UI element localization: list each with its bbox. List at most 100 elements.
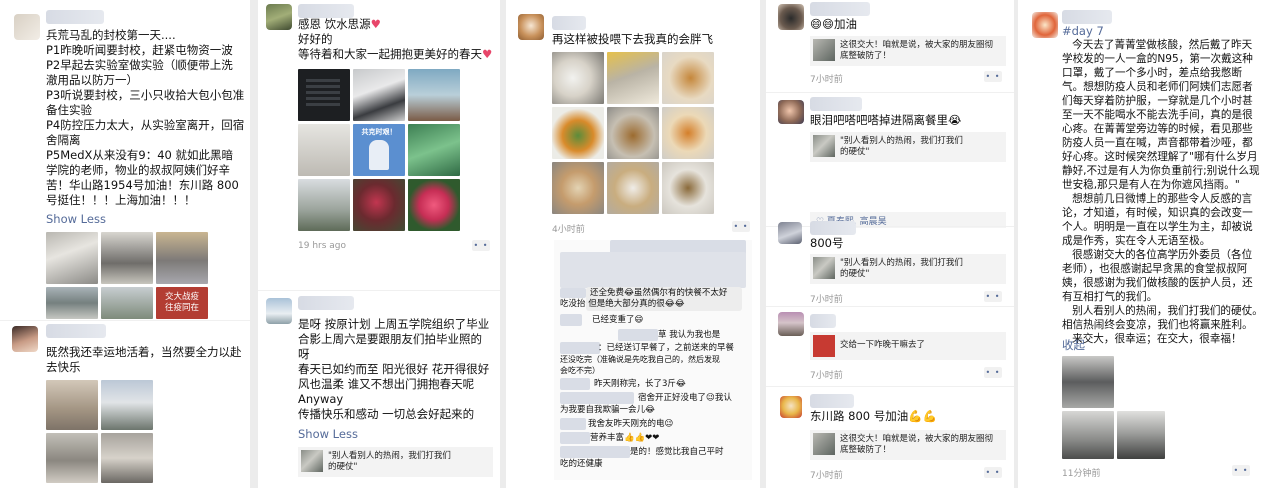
chat-message: 吃没抬 但是绝大部分真的很😂😂 xyxy=(560,299,685,309)
photo-thumbnail[interactable] xyxy=(101,433,153,483)
photo-thumbnail[interactable] xyxy=(298,124,350,176)
shared-article-card[interactable]: "别人看别人的热闹，我们打我们 的硬仗" xyxy=(810,132,1006,162)
photo-thumbnail[interactable] xyxy=(1062,356,1114,408)
post-text: 😄😄加油 xyxy=(810,17,857,31)
photo-thumbnail[interactable] xyxy=(1062,411,1114,459)
avatar[interactable] xyxy=(778,4,804,30)
photo-thumbnail[interactable] xyxy=(1117,411,1165,459)
food-photo[interactable] xyxy=(607,107,659,159)
photo-thumbnail[interactable] xyxy=(46,380,98,430)
avatar[interactable] xyxy=(518,14,544,40)
shared-article-card[interactable]: "别人看别人的热闹，我们打我们 的硬仗" xyxy=(810,254,1006,284)
avatar[interactable] xyxy=(14,14,40,40)
username-blurred[interactable] xyxy=(810,97,862,111)
chat-screenshot[interactable]: 还全免费😂虽然偶尔有的快餐不太好 吃没抬 但是绝大部分真的很😂😂 已经变重了😄 … xyxy=(554,240,752,480)
chat-message: 宿舍开正好没电了😉我认 xyxy=(638,393,732,403)
photo-thumbnail[interactable] xyxy=(353,179,405,231)
chat-message: 是的！感觉比我自己平时 xyxy=(630,447,724,457)
chat-message: 还没吃完（准确说是先吃我自己的，然后发现 xyxy=(560,355,720,364)
photo-thumbnail[interactable] xyxy=(298,179,350,231)
food-photo[interactable] xyxy=(552,162,604,214)
chat-message: 我舍友昨天刚充的电😉 xyxy=(588,419,674,429)
article-thumbnail xyxy=(813,135,835,157)
food-photo[interactable] xyxy=(552,52,604,104)
avatar[interactable] xyxy=(780,396,802,418)
shared-article-card[interactable]: 交给一下咋晚干嘛去了 xyxy=(810,332,1006,360)
article-thumbnail xyxy=(813,335,835,357)
photo-thumbnail[interactable] xyxy=(46,287,98,319)
moments-column-4: 😄😄加油 这很交大！咱就是说，被大家的朋友圈彻 底整破防了！ 7小时前 • • … xyxy=(766,0,1014,488)
username-blurred[interactable] xyxy=(810,394,854,408)
food-photo[interactable] xyxy=(607,162,659,214)
heart-emoji: ♥ xyxy=(482,47,493,61)
username-blurred[interactable] xyxy=(810,221,856,235)
more-options-button[interactable]: • • xyxy=(984,467,1002,478)
more-options-button[interactable]: • • xyxy=(472,240,490,251)
avatar[interactable] xyxy=(1032,12,1058,38)
poster-thumbnail[interactable]: 共克时艰！ xyxy=(353,124,405,176)
more-options-button[interactable]: • • xyxy=(984,291,1002,302)
more-options-button[interactable]: • • xyxy=(1232,465,1250,476)
food-photo[interactable] xyxy=(662,162,714,214)
shared-article-title: "别人看别人的热闹，我们打我们 的硬仗" xyxy=(840,258,963,279)
food-photo[interactable] xyxy=(662,107,714,159)
stamp-text: 交大战疫 往疫同在 xyxy=(164,292,199,313)
hashtag[interactable]: #day 7 xyxy=(1062,24,1104,39)
photo-thumbnail[interactable] xyxy=(101,380,153,430)
more-options-button[interactable]: • • xyxy=(984,71,1002,82)
avatar[interactable] xyxy=(12,326,38,352)
username-blurred[interactable] xyxy=(298,4,354,18)
poster-text: 共克时艰！ xyxy=(361,128,397,136)
photo-thumbnail[interactable] xyxy=(46,433,98,483)
username-blurred[interactable] xyxy=(1062,10,1112,24)
more-options-button[interactable]: • • xyxy=(732,221,750,232)
photo-thumbnail[interactable] xyxy=(101,232,153,284)
shared-article-card[interactable]: 这很交大！咱就是说，被大家的朋友圈彻 底整破防了！ xyxy=(810,430,1006,460)
photo-thumbnail[interactable] xyxy=(408,69,460,121)
post-text: 东川路 800 号加油💪💪 xyxy=(810,409,937,423)
photo-thumbnail[interactable] xyxy=(408,124,460,176)
photo-thumbnail[interactable] xyxy=(298,69,350,121)
avatar[interactable] xyxy=(778,222,802,244)
article-thumbnail xyxy=(301,450,323,472)
username-blurred[interactable] xyxy=(46,324,106,338)
show-less-link[interactable]: Show Less xyxy=(298,427,358,442)
photo-thumbnail[interactable] xyxy=(101,287,153,319)
moments-column-5: #day 7 今天去了菁菁堂做核酸，然后戴了昨天 学校发的一人一盒的N95，第一… xyxy=(1018,0,1268,488)
username-blurred[interactable] xyxy=(298,296,354,310)
shared-article-card[interactable]: 这很交大！咱就是说，被大家的朋友圈彻 底整破防了！ xyxy=(810,36,1006,66)
more-options-button[interactable]: • • xyxy=(984,367,1002,378)
username-blurred[interactable] xyxy=(552,16,586,30)
photo-thumbnail[interactable] xyxy=(408,179,460,231)
shared-article-title: "别人看别人的热闹，我们打我们 的硬仗" xyxy=(840,136,963,157)
feed-collage: 兵荒马乱的封校第一天.... P1昨晚听闻要封校，赶紧屯物资一波 P2早起去实验… xyxy=(0,0,1268,488)
collapse-link[interactable]: 收起 xyxy=(1062,338,1085,353)
post-text: 800号 xyxy=(810,236,844,250)
food-photo[interactable] xyxy=(552,107,604,159)
shared-article-title: 交给一下咋晚干嘛去了 xyxy=(840,340,926,350)
username-blurred[interactable] xyxy=(810,2,870,16)
chat-message: 还全免费😂虽然偶尔有的快餐不太好 xyxy=(590,288,728,298)
chat-message: 会吃不完） xyxy=(560,366,600,375)
photo-thumbnail[interactable] xyxy=(46,232,98,284)
chat-message: 吃的还健康 xyxy=(560,459,603,469)
username-blurred[interactable] xyxy=(46,10,104,24)
stamp-image[interactable]: 交大战疫 往疫同在 xyxy=(156,287,208,319)
username-blurred[interactable] xyxy=(810,314,836,328)
show-less-link[interactable]: Show Less xyxy=(46,212,106,227)
avatar[interactable] xyxy=(266,4,292,30)
chat-message: 为我要自我欺骗一会儿😂 xyxy=(560,405,655,415)
shared-article-title: 这很交大！咱就是说，被大家的朋友圈彻 底整破防了！ xyxy=(840,434,994,455)
avatar[interactable] xyxy=(778,312,804,336)
avatar[interactable] xyxy=(778,100,804,124)
shared-article-card[interactable]: "别人看别人的热闹，我们打我们 的硬仗" xyxy=(298,447,493,477)
chat-message: 已经变重了😄 xyxy=(592,315,644,325)
moments-column-3: 再这样被投喂下去我真的会胖飞 4小时前 • • 还全免费😂虽然偶尔有的快餐不太好… xyxy=(506,0,760,488)
food-photo[interactable] xyxy=(662,52,714,104)
photo-thumbnail[interactable] xyxy=(156,232,208,284)
food-photo[interactable] xyxy=(607,52,659,104)
avatar[interactable] xyxy=(266,298,292,324)
timestamp: 7小时前 xyxy=(810,371,843,381)
photo-thumbnail[interactable] xyxy=(353,69,405,121)
post-text: 今天去了菁菁堂做核酸，然后戴了昨天 学校发的一人一盒的N95，第一次戴这种 口罩… xyxy=(1062,39,1263,345)
